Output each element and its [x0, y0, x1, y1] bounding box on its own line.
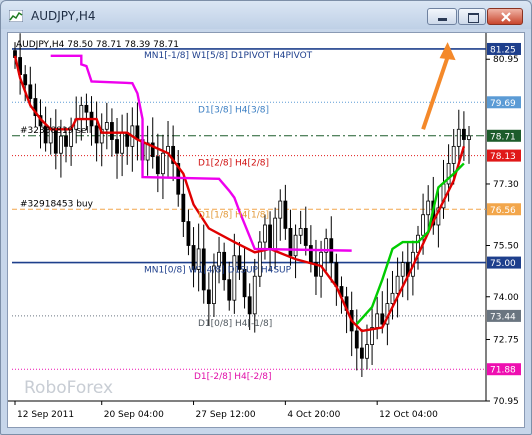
level-label: #32918453 buy [20, 199, 94, 209]
chart-area[interactable]: MN1[-1/8] W1[5/8] D1PIVOT H4PIVOT D1[3/8]… [7, 32, 525, 428]
candle-body [28, 84, 33, 99]
candle-body [268, 224, 272, 250]
candle-body [456, 128, 461, 147]
level-label: MN1[-1/8] W1[5/8] D1PIVOT H4PIVOT [144, 51, 313, 61]
x-tick-label: 4 Oct 20:00 [287, 410, 340, 420]
candle-body [263, 224, 267, 243]
chart-window: AUDJPY,H4 MN1[-1/8] W1[5/8] D1PIVOT H4PI… [0, 0, 532, 435]
candle-body [273, 217, 278, 250]
candle-body [155, 156, 160, 175]
y-tick-label: 75.50 [493, 241, 519, 251]
maximize-button[interactable] [458, 8, 486, 25]
candle-body [247, 296, 252, 315]
price-box-label: 78.13 [490, 152, 516, 162]
candle-body [308, 245, 313, 263]
forecast-arrow-shaft [421, 53, 451, 130]
y-tick-label: 80.95 [493, 55, 519, 65]
level-label: D1[2/8] H4[2/8] [198, 159, 269, 169]
candle-body [467, 135, 471, 140]
candle-body [120, 132, 125, 154]
x-tick-label: 27 Sep 12:00 [196, 410, 256, 420]
candle-body [79, 104, 84, 120]
candle-body [451, 145, 456, 164]
candle-body [319, 251, 323, 277]
candle-body [303, 227, 308, 246]
candle-body [84, 104, 89, 113]
x-tick-label: 20 Sep 04:00 [104, 410, 164, 420]
candle-body [375, 313, 380, 328]
minimize-button[interactable] [427, 8, 457, 25]
candle-body [390, 292, 395, 304]
green-indicator-line [355, 162, 465, 325]
watermark: RoboForex [24, 378, 113, 398]
candle-body [426, 200, 431, 216]
price-box-label: 75.00 [490, 259, 516, 269]
candle-body [232, 255, 237, 301]
magenta-indicator-line [50, 54, 352, 252]
y-tick-label: 74.00 [493, 293, 519, 303]
y-tick-label: 70.95 [493, 397, 519, 407]
candle-body [186, 221, 191, 246]
candle-body [400, 262, 405, 277]
close-button[interactable] [487, 8, 523, 25]
candle-body [278, 200, 283, 219]
ohlc-header: AUDJPY,H4 78.50 78.71 78.39 78.71 [16, 40, 179, 50]
candle-body [334, 262, 339, 287]
candle-body [64, 135, 68, 147]
candle-body [206, 289, 211, 304]
level-label: D1[3/8] H4[3/8] [198, 105, 269, 115]
candle-body [181, 193, 186, 222]
candle-body [94, 125, 99, 144]
candle-body [161, 152, 165, 175]
candle-body [365, 344, 369, 359]
level-label: D1[1/8] H4[1/8] [198, 210, 269, 220]
candle-body [23, 74, 28, 86]
x-tick-label: 12 Sep 2011 [17, 410, 74, 420]
close-icon [501, 12, 511, 22]
price-box-label: 76.56 [490, 206, 516, 216]
window-title: AUDJPY,H4 [31, 9, 96, 23]
candle-body [461, 128, 466, 140]
price-box-label: 81.25 [490, 45, 516, 55]
candle-body [293, 234, 298, 257]
price-chart: MN1[-1/8] W1[5/8] D1PIVOT H4PIVOT D1[3/8]… [8, 33, 521, 420]
level-label: MN1[0/8] W1[4/8] D1SUP H4SUP [144, 266, 292, 276]
minimize-icon [438, 18, 447, 21]
level-label: #32338819 sell [20, 126, 91, 136]
price-box-label: 78.71 [490, 132, 516, 142]
candle-body [283, 200, 288, 229]
candle-body [359, 347, 364, 359]
candle-body [354, 330, 359, 349]
candle-body [395, 275, 400, 294]
level-label: D1[-2/8] H4[-2/8] [194, 372, 272, 382]
candle-body [110, 122, 114, 140]
y-tick-label: 77.30 [493, 180, 519, 190]
price-box-label: 79.69 [490, 99, 516, 109]
title-bar[interactable]: AUDJPY,H4 [1, 1, 531, 31]
candle-body [217, 251, 221, 267]
y-tick-label: 72.75 [493, 335, 519, 345]
price-box-label: 71.88 [490, 366, 516, 376]
candle-body [59, 135, 63, 154]
price-box-label: 73.44 [490, 312, 516, 322]
candle-body [252, 275, 257, 315]
candle-body [115, 139, 119, 154]
maximize-icon [468, 13, 479, 23]
candle-body [421, 214, 425, 236]
level-label: D1[0/8] H4[-1/8] [198, 319, 272, 329]
forecast-arrow-head [439, 42, 456, 61]
candle-body [298, 227, 303, 236]
candle-body [227, 279, 232, 301]
candle-body [446, 163, 451, 185]
x-tick-label: 12 Oct 04:00 [379, 410, 438, 420]
candle-body [104, 122, 109, 130]
chart-app-icon [9, 10, 23, 22]
candle-body [380, 313, 385, 325]
candle-body [288, 227, 293, 257]
